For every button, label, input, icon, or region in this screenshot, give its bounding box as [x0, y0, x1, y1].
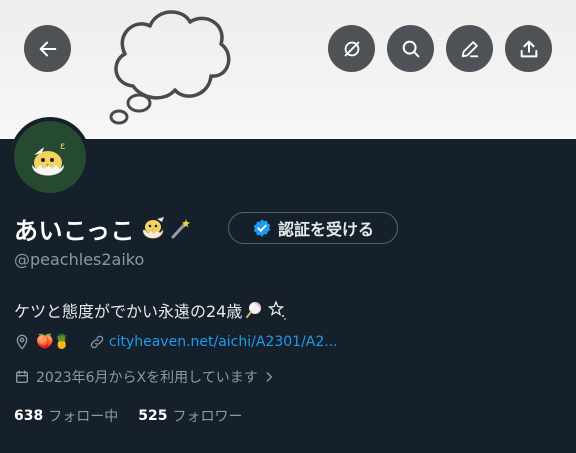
magic-wand-icon	[171, 219, 190, 239]
verified-badge-icon	[253, 219, 271, 237]
thought-bubble-icon	[109, 10, 231, 125]
bio-text: ケツと態度がでかい永遠の24歳	[14, 302, 243, 321]
search-button[interactable]	[387, 25, 434, 72]
share-button[interactable]	[505, 25, 552, 72]
joined-date[interactable]: 2023年6月からXを利用しています	[14, 366, 276, 388]
user-handle: @peachles2aiko	[14, 250, 145, 269]
svg-text:ɛ: ɛ	[60, 141, 65, 152]
profile-meta-row: 🍑🍍 cityheaven.net/aichi/A2301/A2...	[14, 331, 338, 353]
profile-banner[interactable]	[0, 0, 576, 139]
joined-text: 2023年6月からXを利用しています	[36, 370, 258, 386]
followers-count: 525	[138, 408, 168, 424]
avatar-image: ɛ	[14, 121, 86, 193]
bio: ケツと態度がでかい永遠の24歳	[14, 298, 289, 322]
avatar[interactable]: ɛ	[10, 117, 90, 197]
hatching-chick-icon	[142, 217, 164, 239]
display-name: あいこっこ	[14, 216, 135, 245]
following-link[interactable]: 638 フォロー中	[14, 406, 118, 426]
link-icon	[90, 335, 104, 349]
location-pin-icon	[16, 334, 28, 350]
name-row: あいこっこ	[14, 208, 192, 248]
back-button[interactable]	[24, 25, 71, 72]
sparkle-star-icon	[268, 300, 287, 320]
location-text: 🍑🍍	[36, 334, 71, 350]
grok-button[interactable]	[328, 25, 375, 72]
pencil-icon	[461, 40, 478, 57]
search-icon	[402, 40, 419, 57]
get-verified-button[interactable]: 認証を受ける	[228, 212, 398, 244]
arrow-left-icon	[39, 41, 56, 56]
followers-link[interactable]: 525 フォロワー	[138, 406, 242, 426]
slash-circle-icon	[344, 41, 359, 56]
edit-button[interactable]	[446, 25, 493, 72]
get-verified-label: 認証を受ける	[277, 220, 374, 239]
chevron-right-icon	[266, 372, 272, 382]
following-count: 638	[14, 408, 44, 424]
lollipop-icon	[246, 302, 262, 318]
website-link[interactable]: cityheaven.net/aichi/A2301/A2...	[109, 334, 338, 350]
share-icon	[520, 40, 537, 57]
follow-stats: 638 フォロー中 525 フォロワー	[14, 405, 242, 427]
calendar-icon	[16, 370, 28, 383]
followers-label: フォロワー	[172, 409, 243, 425]
following-label: フォロー中	[48, 409, 119, 425]
hatching-chick-icon: ɛ	[32, 141, 65, 176]
